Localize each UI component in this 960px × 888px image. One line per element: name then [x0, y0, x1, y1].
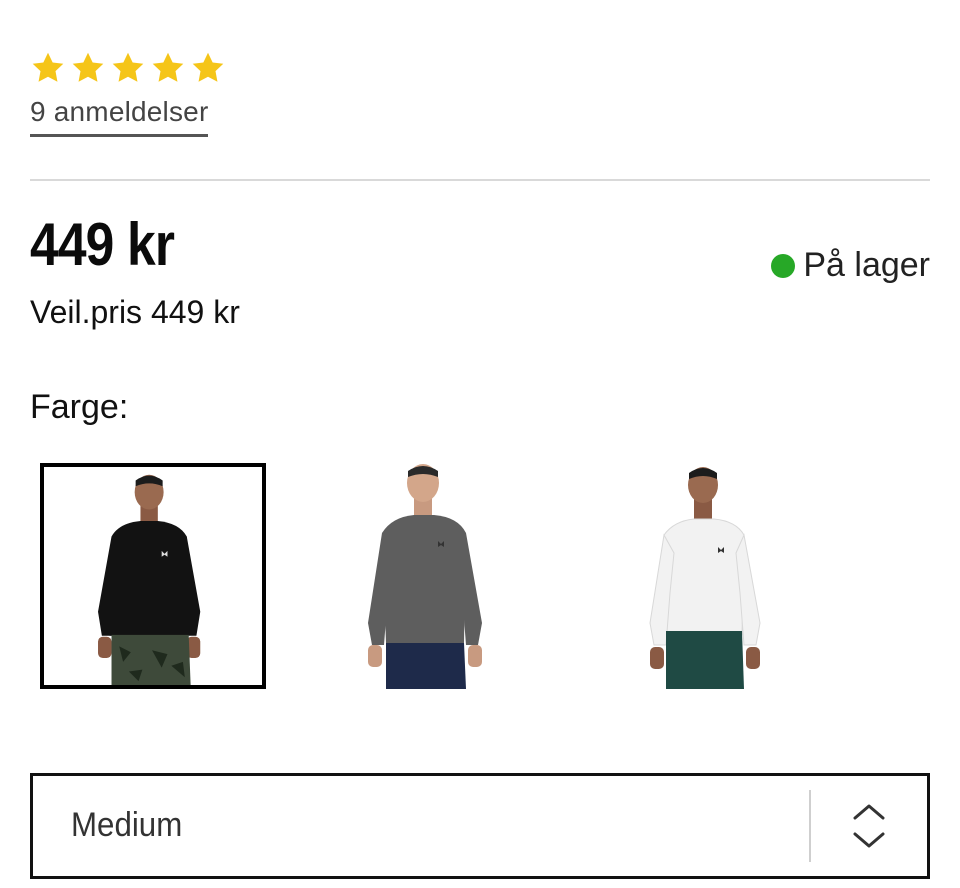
stock-label: På lager: [803, 246, 930, 284]
color-swatches: [40, 463, 920, 689]
product-image: [44, 467, 262, 685]
stock-status: På lager: [771, 246, 930, 285]
product-image: [340, 463, 566, 689]
color-swatch-grey[interactable]: [340, 463, 566, 689]
product-image: [620, 463, 846, 689]
star-icon: [192, 52, 224, 82]
in-stock-dot-icon: [771, 253, 796, 278]
star-icon: [152, 52, 184, 82]
price: 449 kr: [30, 211, 175, 278]
star-rating: [30, 50, 226, 86]
divider: [30, 179, 930, 181]
star-icon: [112, 52, 144, 82]
chevron-up-down-icon: [853, 804, 885, 848]
recommended-price: Veil.pris 449 kr: [30, 294, 240, 330]
reviews-link[interactable]: 9 anmeldelser: [30, 96, 209, 137]
size-select[interactable]: Medium: [30, 773, 930, 879]
size-select-value: Medium: [71, 806, 183, 844]
color-swatch-black[interactable]: [40, 463, 266, 689]
color-swatch-white[interactable]: [620, 463, 846, 689]
color-label: Farge:: [30, 388, 129, 426]
star-icon: [72, 52, 104, 82]
select-divider: [809, 790, 811, 862]
rating: [30, 50, 226, 86]
star-icon: [32, 52, 64, 82]
